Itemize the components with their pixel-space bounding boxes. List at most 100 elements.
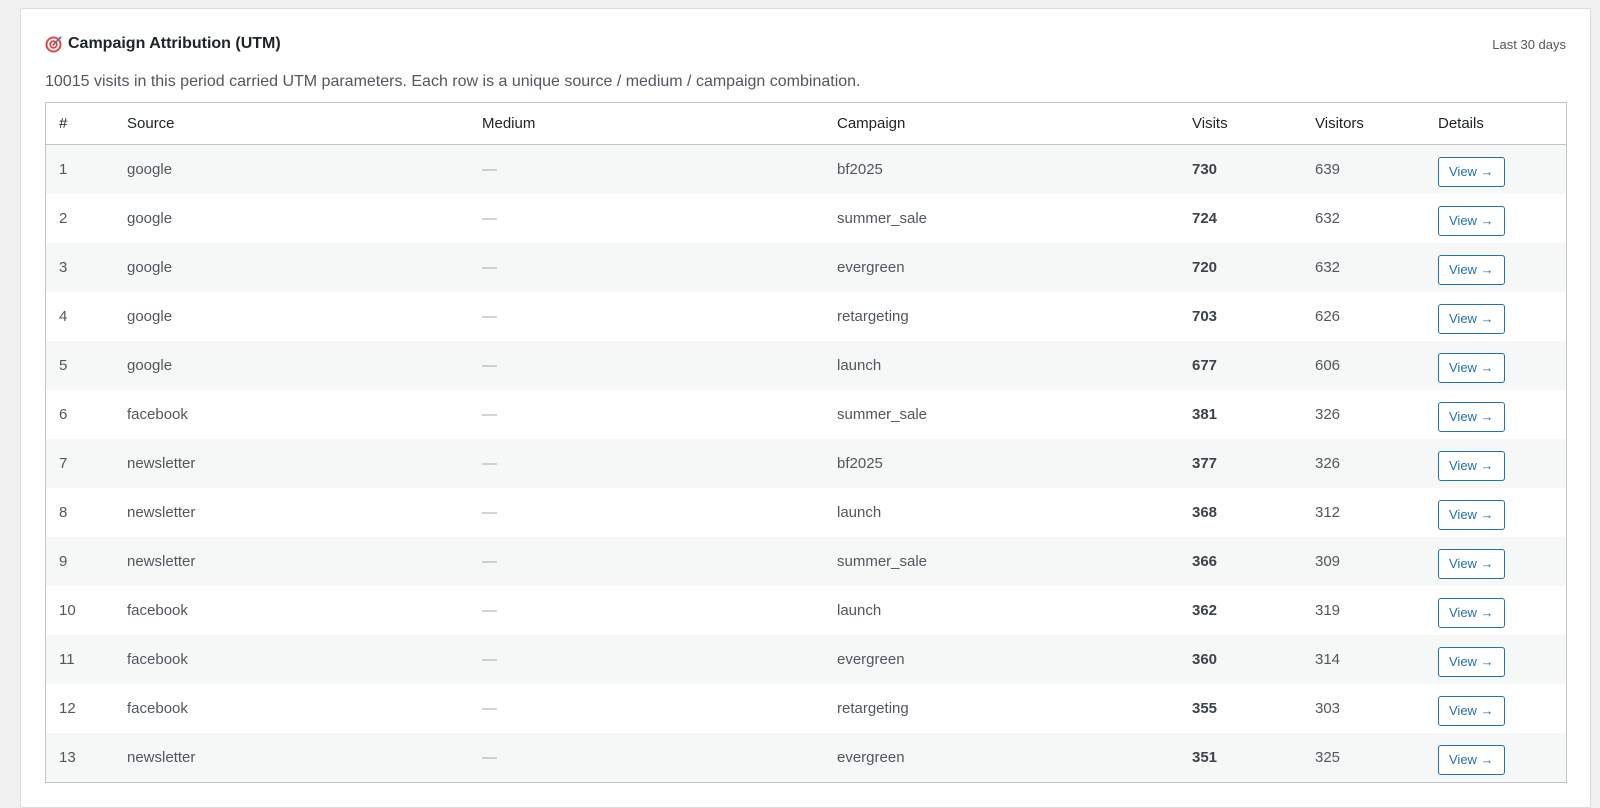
target-icon xyxy=(45,36,62,53)
rank-cell: 8 xyxy=(46,488,114,537)
campaign-cell: launch xyxy=(824,341,1179,390)
campaign-cell: summer_sale xyxy=(824,390,1179,439)
column-header-rank: # xyxy=(46,103,114,145)
medium-cell: — xyxy=(469,390,824,439)
visitors-cell: 314 xyxy=(1302,635,1425,684)
table-row: 10 facebook — launch 362 319 View → xyxy=(46,586,1566,635)
details-cell: View → xyxy=(1425,144,1566,194)
visitors-cell: 312 xyxy=(1302,488,1425,537)
view-details-button[interactable]: View → xyxy=(1438,597,1505,628)
medium-cell: — xyxy=(469,684,824,733)
rank-cell: 9 xyxy=(46,537,114,586)
view-details-button[interactable]: View → xyxy=(1438,450,1505,481)
rank-cell: 1 xyxy=(46,144,114,194)
source-cell: facebook xyxy=(114,635,469,684)
details-cell: View → xyxy=(1425,537,1566,586)
source-cell: google xyxy=(114,194,469,243)
medium-cell: — xyxy=(469,537,824,586)
visits-cell: 355 xyxy=(1179,684,1302,733)
visitors-cell: 325 xyxy=(1302,733,1425,782)
visits-cell: 368 xyxy=(1179,488,1302,537)
view-details-button[interactable]: View → xyxy=(1438,205,1505,236)
title-wrap: Campaign Attribution (UTM) xyxy=(45,35,281,53)
column-header-campaign: Campaign xyxy=(824,103,1179,145)
view-details-button[interactable]: View → xyxy=(1438,744,1505,775)
table-row: 9 newsletter — summer_sale 366 309 View → xyxy=(46,537,1566,586)
campaign-cell: evergreen xyxy=(824,635,1179,684)
visits-cell: 677 xyxy=(1179,341,1302,390)
campaign-cell: evergreen xyxy=(824,733,1179,782)
view-details-button[interactable]: View → xyxy=(1438,303,1505,334)
campaign-cell: launch xyxy=(824,586,1179,635)
medium-cell: — xyxy=(469,635,824,684)
medium-cell: — xyxy=(469,488,824,537)
column-header-visitors: Visitors xyxy=(1302,103,1425,145)
details-cell: View → xyxy=(1425,292,1566,341)
medium-cell: — xyxy=(469,733,824,782)
panel-title: Campaign Attribution (UTM) xyxy=(68,35,281,52)
visitors-cell: 319 xyxy=(1302,586,1425,635)
campaign-cell: summer_sale xyxy=(824,537,1179,586)
details-cell: View → xyxy=(1425,390,1566,439)
details-cell: View → xyxy=(1425,341,1566,390)
view-details-button[interactable]: View → xyxy=(1438,156,1505,187)
source-cell: newsletter xyxy=(114,439,469,488)
visitors-cell: 639 xyxy=(1302,144,1425,194)
view-details-button[interactable]: View → xyxy=(1438,254,1505,285)
source-cell: newsletter xyxy=(114,488,469,537)
campaign-cell: evergreen xyxy=(824,243,1179,292)
source-cell: google xyxy=(114,292,469,341)
visitors-cell: 632 xyxy=(1302,243,1425,292)
source-cell: google xyxy=(114,243,469,292)
medium-cell: — xyxy=(469,144,824,194)
table-row: 6 facebook — summer_sale 381 326 View → xyxy=(46,390,1566,439)
medium-cell: — xyxy=(469,292,824,341)
view-details-button[interactable]: View → xyxy=(1438,695,1505,726)
rank-cell: 2 xyxy=(46,194,114,243)
details-cell: View → xyxy=(1425,635,1566,684)
table-header-row: # Source Medium Campaign Visits Visitors… xyxy=(46,103,1566,145)
table-row: 3 google — evergreen 720 632 View → xyxy=(46,243,1566,292)
table-row: 8 newsletter — launch 368 312 View → xyxy=(46,488,1566,537)
visitors-cell: 326 xyxy=(1302,439,1425,488)
table-row: 1 google — bf2025 730 639 View → xyxy=(46,144,1566,194)
utm-attribution-panel: Campaign Attribution (UTM) Last 30 days … xyxy=(20,8,1591,808)
visits-cell: 720 xyxy=(1179,243,1302,292)
utm-table-wrapper: # Source Medium Campaign Visits Visitors… xyxy=(45,102,1567,783)
rank-cell: 11 xyxy=(46,635,114,684)
view-details-button[interactable]: View → xyxy=(1438,499,1505,530)
source-cell: google xyxy=(114,341,469,390)
visits-cell: 730 xyxy=(1179,144,1302,194)
table-row: 11 facebook — evergreen 360 314 View → xyxy=(46,635,1566,684)
table-row: 4 google — retargeting 703 626 View → xyxy=(46,292,1566,341)
visits-cell: 377 xyxy=(1179,439,1302,488)
visitors-cell: 303 xyxy=(1302,684,1425,733)
view-details-button[interactable]: View → xyxy=(1438,401,1505,432)
panel-header: Campaign Attribution (UTM) Last 30 days xyxy=(45,31,1566,57)
period-label: Last 30 days xyxy=(1492,36,1566,52)
details-cell: View → xyxy=(1425,488,1566,537)
table-row: 2 google — summer_sale 724 632 View → xyxy=(46,194,1566,243)
rank-cell: 13 xyxy=(46,733,114,782)
campaign-cell: summer_sale xyxy=(824,194,1179,243)
medium-cell: — xyxy=(469,439,824,488)
view-details-button[interactable]: View → xyxy=(1438,548,1505,579)
view-details-button[interactable]: View → xyxy=(1438,646,1505,677)
source-cell: facebook xyxy=(114,684,469,733)
medium-cell: — xyxy=(469,243,824,292)
source-cell: facebook xyxy=(114,586,469,635)
view-details-button[interactable]: View → xyxy=(1438,352,1505,383)
details-cell: View → xyxy=(1425,684,1566,733)
campaign-cell: bf2025 xyxy=(824,144,1179,194)
visitors-cell: 632 xyxy=(1302,194,1425,243)
utm-table: # Source Medium Campaign Visits Visitors… xyxy=(46,103,1566,782)
visits-cell: 381 xyxy=(1179,390,1302,439)
campaign-cell: launch xyxy=(824,488,1179,537)
visits-cell: 366 xyxy=(1179,537,1302,586)
details-cell: View → xyxy=(1425,439,1566,488)
visitors-cell: 326 xyxy=(1302,390,1425,439)
column-header-source: Source xyxy=(114,103,469,145)
visitors-cell: 309 xyxy=(1302,537,1425,586)
table-row: 13 newsletter — evergreen 351 325 View → xyxy=(46,733,1566,782)
medium-cell: — xyxy=(469,194,824,243)
